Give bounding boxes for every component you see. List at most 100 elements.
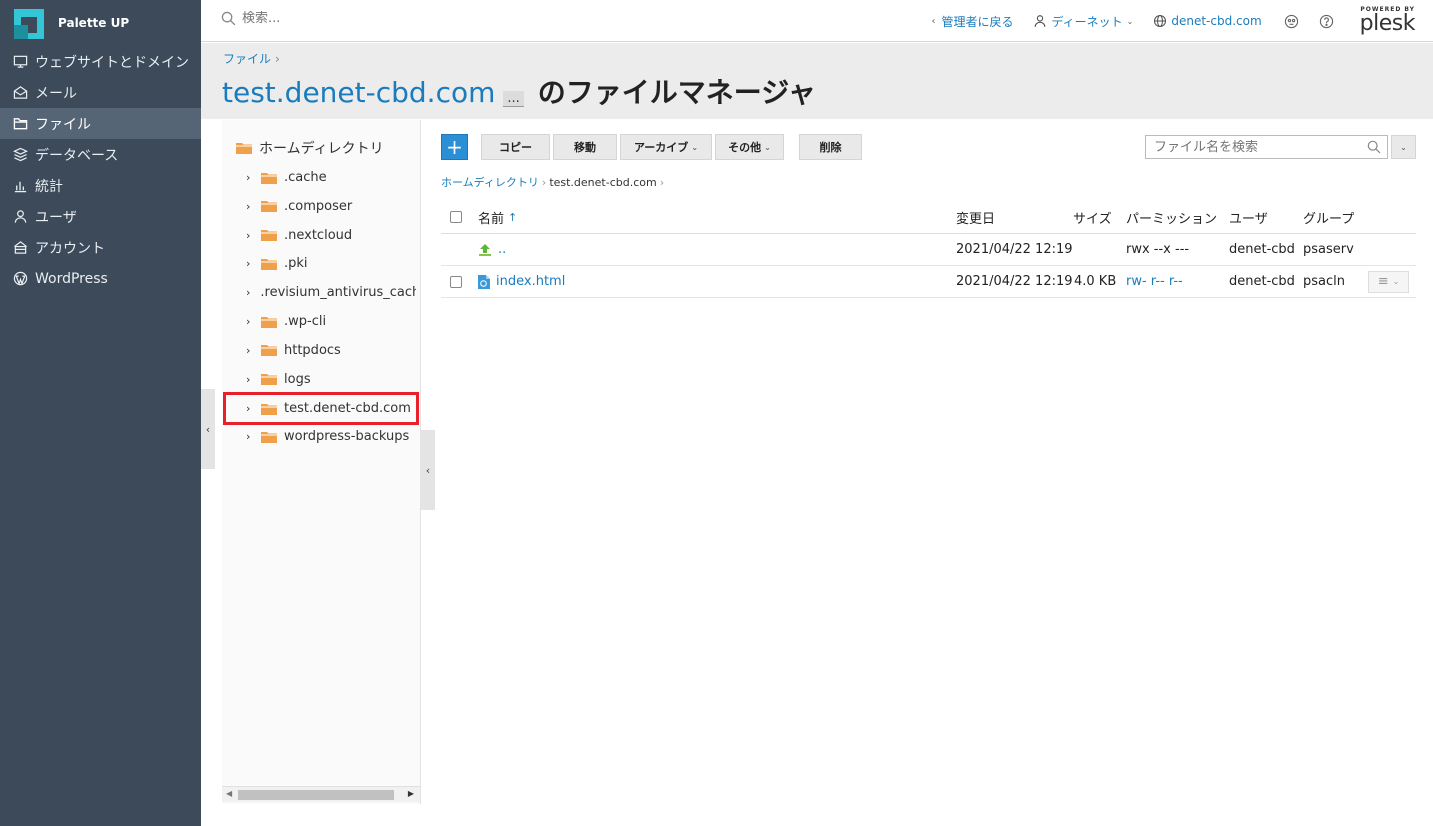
file-name-link[interactable]: index.html — [496, 274, 565, 289]
copy-button[interactable]: コピー — [481, 134, 550, 160]
chevron-right-icon[interactable]: › — [246, 344, 258, 357]
help-button[interactable] — [1319, 14, 1338, 29]
scrollbar-thumb[interactable] — [238, 790, 394, 800]
sidebar-item-databases[interactable]: データベース — [0, 139, 201, 170]
sidebar-item-wordpress[interactable]: WordPress — [0, 263, 201, 294]
sidebar-item-websites[interactable]: ウェブサイトとドメイン — [0, 46, 201, 77]
add-button[interactable]: + — [441, 134, 468, 160]
tree-item-label: .wp-cli — [284, 314, 327, 329]
scroll-left-icon[interactable]: ◀ — [226, 789, 232, 798]
search-options-button[interactable]: ⌄ — [1391, 135, 1416, 159]
chevron-right-icon[interactable]: › — [246, 315, 258, 328]
domain-link[interactable]: denet-cbd.com — [1153, 14, 1262, 28]
row-checkbox[interactable] — [450, 275, 462, 288]
tree-item[interactable]: › .nextcloud — [246, 228, 416, 243]
row-menu-button[interactable]: ≡ ⌄ — [1368, 270, 1409, 293]
select-all-cell — [450, 201, 462, 233]
parent-dir-link[interactable]: .. — [498, 242, 506, 257]
column-group-label: グループ — [1303, 211, 1355, 227]
file-name-cell[interactable]: index.html — [478, 266, 565, 297]
back-to-admin-label: 管理者に戻る — [941, 14, 1014, 29]
page-title-domain[interactable]: test.denet-cbd.com — [222, 76, 495, 109]
parent-dir-cell[interactable]: .. — [478, 234, 506, 265]
chevron-right-icon[interactable]: › — [246, 257, 258, 270]
permission-link[interactable]: rw- r-- r-- — [1126, 274, 1183, 289]
directory-tree: ホームディレクトリ — [222, 120, 421, 804]
tree-root-label: ホームディレクトリ — [259, 141, 384, 157]
sidebar-item-users[interactable]: ユーザ — [0, 201, 201, 232]
chevron-down-icon: ⌄ — [1400, 142, 1407, 152]
other-button[interactable]: その他 ⌄ — [715, 134, 784, 160]
tree-item[interactable]: › wordpress-backups — [246, 429, 416, 444]
column-permission-label: パーミッション — [1126, 211, 1218, 227]
user-cell: denet-cbd — [1229, 274, 1295, 289]
tree-item[interactable]: › httpdocs — [246, 343, 416, 358]
chevron-down-icon: ⌄ — [1126, 16, 1134, 26]
chevron-right-icon[interactable]: › — [246, 402, 258, 415]
chevron-right-icon[interactable]: › — [246, 430, 258, 443]
folder-icon — [261, 403, 277, 415]
back-to-admin-link[interactable]: ‹ 管理者に戻る — [931, 13, 1013, 30]
path-home-link[interactable]: ホームディレクトリ — [441, 176, 539, 189]
user-menu[interactable]: ディーネット ⌄ — [1033, 13, 1133, 30]
folder-icon — [261, 258, 277, 270]
user-icon — [12, 209, 28, 225]
sidebar-item-files[interactable]: ファイル — [0, 108, 201, 139]
sidebar-item-label: アカウント — [35, 240, 105, 257]
account-icon — [12, 240, 28, 256]
tree-root-home[interactable]: ホームディレクトリ — [236, 138, 384, 158]
other-label: その他 — [728, 141, 762, 154]
global-search-input[interactable] — [242, 11, 442, 26]
table-row[interactable]: index.html 2021/04/22 12:19 4.0 KB rw- r… — [441, 266, 1416, 298]
bar-chart-icon — [12, 178, 28, 194]
brand[interactable]: Palette UP — [0, 0, 201, 46]
column-permission-header[interactable]: パーミッション — [1126, 201, 1217, 233]
breadcrumb-separator-icon: › — [275, 52, 280, 66]
column-size-label: サイズ — [1073, 211, 1112, 227]
tree-item[interactable]: › .cache — [246, 170, 416, 185]
domain-switcher-button[interactable]: ... — [503, 91, 524, 107]
select-all-checkbox[interactable] — [450, 211, 462, 223]
html-file-icon — [478, 274, 490, 289]
column-modified-header[interactable]: 変更日 — [956, 201, 995, 233]
scroll-right-icon[interactable]: ▶ — [408, 789, 414, 798]
folder-icon — [261, 431, 277, 443]
path-separator-icon: › — [659, 176, 665, 189]
table-row[interactable]: .. 2021/04/22 12:19 rwx --x --- denet-cb… — [441, 234, 1416, 266]
move-button[interactable]: 移動 — [553, 134, 617, 160]
chevron-right-icon[interactable]: › — [246, 171, 258, 184]
plesk-logo: POWERED BY plesk — [1360, 7, 1416, 35]
column-name-header[interactable]: 名前 ↑ — [478, 201, 517, 233]
folder-icon — [261, 230, 277, 242]
sidebar-item-label: データベース — [35, 147, 119, 164]
folder-icon — [261, 374, 277, 386]
file-search-input[interactable] — [1146, 139, 1356, 155]
chevron-right-icon[interactable]: › — [246, 229, 258, 242]
tree-item[interactable]: › .revisium_antivirus_cache — [246, 285, 416, 300]
file-search — [1145, 135, 1388, 159]
chevron-right-icon[interactable]: › — [246, 286, 250, 299]
tree-item[interactable]: › test.denet-cbd.com — [223, 392, 419, 426]
delete-button[interactable]: 削除 — [799, 134, 862, 160]
sidebar-item-mail[interactable]: メール — [0, 77, 201, 108]
sidebar-item-account[interactable]: アカウント — [0, 232, 201, 263]
chevron-right-icon[interactable]: › — [246, 373, 258, 386]
tree-item-label: logs — [284, 371, 311, 387]
search-icon[interactable] — [1367, 140, 1381, 154]
tree-item[interactable]: › .wp-cli — [246, 314, 416, 329]
archive-button[interactable]: アーカイブ ⌄ — [620, 134, 712, 160]
tree-item[interactable]: › logs — [246, 372, 416, 387]
chevron-right-icon[interactable]: › — [246, 200, 258, 213]
column-group-header[interactable]: グループ — [1303, 201, 1354, 233]
sidebar-item-statistics[interactable]: 統計 — [0, 170, 201, 201]
column-user-header[interactable]: ユーザ — [1229, 201, 1268, 233]
tree-item[interactable]: › .pki — [246, 256, 416, 271]
tree-horizontal-scrollbar[interactable]: ◀ ▶ — [222, 786, 420, 802]
tree-item[interactable]: › .composer — [246, 199, 416, 214]
breadcrumb-files-link[interactable]: ファイル — [223, 52, 271, 66]
sidebar-collapse-handle[interactable]: ‹ — [201, 389, 215, 469]
sidebar-item-label: ウェブサイトとドメイン — [35, 54, 189, 71]
column-size-header[interactable]: サイズ — [1073, 201, 1112, 233]
feedback-button[interactable] — [1284, 14, 1303, 29]
tree-collapse-handle[interactable]: ‹ — [421, 430, 435, 510]
